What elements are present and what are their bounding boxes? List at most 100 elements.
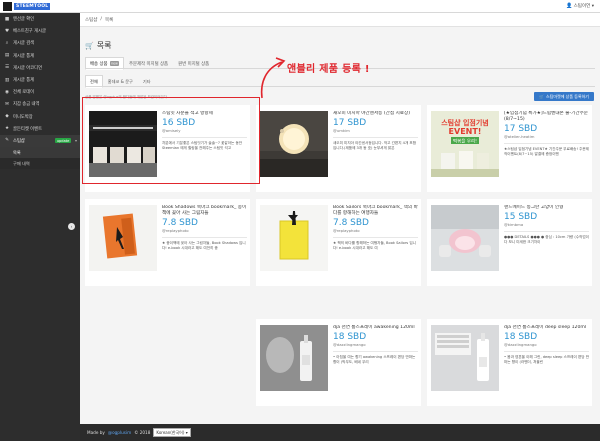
product-thumbnail[interactable]	[89, 111, 157, 177]
card-divider	[333, 137, 418, 139]
sidebar-item-post-stats-2[interactable]: ▥ 게시글 통계	[0, 74, 80, 86]
sidebar: ■ 앤선글 확인 ♥ 베스트친구 게시글 ⌕ 게시글 검색 ▤ 게시글 통계 ☰ 게시글 …	[0, 13, 80, 441]
sidebar-item-best-friend-posts[interactable]: ♥ 베스트친구 게시글	[0, 25, 80, 37]
product-seller[interactable]: @atelier-heatim	[504, 134, 589, 139]
product-title[interactable]: Book Shadows 북마크 bookmark_ 종이책에 꽂아 사는 그림…	[162, 205, 247, 217]
product-image	[260, 205, 328, 271]
card-divider	[333, 351, 418, 353]
brand-square-icon	[3, 2, 12, 11]
sidebar-item-post-stats[interactable]: ▤ 게시글 통계	[0, 50, 80, 62]
product-seller[interactable]: @amisely	[162, 128, 247, 133]
card-divider	[162, 137, 247, 139]
shop-subnav: 목록 구매 내역	[0, 147, 80, 170]
breadcrumb: 스팀샵 / 목록	[80, 13, 600, 27]
brand-logo[interactable]: STEEMTOOL	[3, 2, 51, 11]
product-card[interactable]: 스팀샵 입점기념 EVENT! 떡볶을 우리! [★입점기념 특가★]드립벤대폰…	[427, 105, 592, 192]
product-thumbnail[interactable]: 스팀샵 입점기념 EVENT! 떡볶을 우리!	[431, 111, 499, 177]
product-price: 7.8 SBD	[333, 217, 369, 228]
sidebar-item-golden-ticket[interactable]: ★ 골든티켓 이벤트	[0, 123, 80, 135]
product-thumbnail[interactable]	[260, 325, 328, 391]
sidebar-subitem-purchase-history[interactable]: 구매 내역	[0, 158, 80, 169]
product-card[interactable]: Book Shadows 북마크 bookmark_ 종이책에 꽂아 사는 그림…	[85, 199, 250, 286]
new-badge: new	[109, 61, 119, 66]
star-icon: ★	[4, 126, 10, 132]
product-image	[431, 325, 499, 391]
product-card[interactable]: 새오미 미지아 야간센서등 (간접 지료장) 17 SBD @umkim 새오미…	[256, 105, 421, 192]
sidebar-item-all-roday[interactable]: ◉ 전체 로데이	[0, 86, 80, 98]
footer-author-link[interactable]: @ogplusim	[108, 430, 131, 435]
sidebar-collapse-button[interactable]: ‹	[68, 223, 75, 230]
product-title[interactable]: dja 천연 룸스프레이 deep sleep 120ml	[504, 325, 589, 331]
user-icon: 👤	[565, 3, 573, 9]
sidebar-item-label: 게시글 검색	[13, 41, 35, 47]
heart-icon: ♥	[4, 28, 10, 34]
product-title[interactable]: [★입점기념 특가★]드립벤대폰 줄-기간주문(8/7~15)	[504, 111, 589, 123]
product-thumbnail[interactable]	[89, 205, 157, 271]
product-seller[interactable]: @replayphoto	[162, 228, 247, 233]
register-product-label: 스팀마켓에 상품 등록하기	[545, 93, 589, 99]
product-seller[interactable]: @umkim	[333, 128, 418, 133]
sidebar-item-label: 지갑 송금 내역	[13, 102, 40, 108]
product-seller[interactable]: @dazzlingmango	[504, 342, 589, 347]
product-thumbnail[interactable]	[431, 325, 499, 391]
sidebar-item-label: 앤선글 확인	[13, 17, 35, 23]
product-seller[interactable]: @kimbma	[504, 222, 589, 227]
sidebar-item-wallet-transfers[interactable]: ✉ 지갑 송금 내역	[0, 98, 80, 110]
envelope-icon: ✉	[5, 101, 9, 107]
product-thumbnail[interactable]	[260, 205, 328, 271]
card-divider	[504, 351, 589, 353]
sidebar-item-mini-casino[interactable]: ◆ 미니도박장	[0, 111, 80, 123]
chevron-down-icon: ▾	[591, 3, 594, 9]
card-divider	[504, 231, 589, 233]
product-title[interactable]: dja 천연 룸스프레이 awakening 120ml	[333, 325, 418, 331]
product-price: 17 SBD	[504, 123, 538, 134]
product-description: ★스팀샵 입점기념 EVENT★ 기간주문 무료배송! 주문제작이벤트(8/7~…	[504, 147, 589, 156]
product-title[interactable]: Book Sailors 북마크 bookmark_ 책의 바다를 항해하는 여…	[333, 205, 418, 217]
sidebar-item-post-accordion[interactable]: ☰ 게시글 아코디언	[0, 62, 80, 74]
sidebar-item-label: 골든티켓 이벤트	[13, 126, 43, 132]
curved-arrow-icon	[260, 57, 286, 99]
product-price: 15 SBD	[504, 211, 538, 222]
breadcrumb-home[interactable]: 스팀샵	[85, 17, 97, 23]
user-menu[interactable]: 👤 스팀이언 ▾	[566, 3, 594, 9]
product-description: • 아침을 여는 향기 awakening 스프레이 편당 만마는 향이 (박무…	[333, 355, 416, 365]
product-price: 17 SBD	[333, 117, 367, 128]
sidebar-subitem-list[interactable]: 목록	[0, 147, 80, 159]
svg-text:스팀샵 입점기념: 스팀샵 입점기념	[441, 118, 489, 127]
sidebar-item-label: 베스트친구 게시글	[13, 29, 46, 35]
language-select[interactable]: Korean(한국어) ▾	[153, 428, 191, 437]
footer-made-by: Made by	[87, 430, 105, 435]
product-image	[260, 111, 328, 177]
sidebar-item-unread-posts[interactable]: ■ 앤선글 확인	[0, 13, 80, 25]
update-badge: update	[55, 138, 71, 144]
square-icon: ■	[4, 16, 10, 22]
product-image: 스팀샵 입점기념 EVENT! 떡볶을 우리!	[431, 111, 499, 177]
product-card[interactable]: Book Sailors 북마크 bookmark_ 책의 바다를 항해하는 여…	[256, 199, 421, 286]
product-card[interactable]: 스팀잇 차분을 석고 방향제 16 SBD @amisely 차분에서 기분좋은…	[85, 105, 250, 192]
sidebar-item-label: 스팀샵	[13, 138, 25, 144]
product-title[interactable]: 스팀잇 차분을 석고 방향제	[162, 111, 247, 117]
chart-icon: ▤	[4, 53, 10, 59]
product-price: 18 SBD	[333, 331, 367, 342]
sidebar-item-post-search[interactable]: ⌕ 게시글 검색	[0, 37, 80, 49]
product-card[interactable]: dja 천연 룸스프레이 awakening 120ml 18 SBD @daz…	[256, 319, 421, 406]
user-name: 스팀이언	[573, 4, 591, 9]
product-card[interactable]: dja 천연 룸스프레이 deep sleep 120ml 18 SBD @da…	[427, 319, 592, 406]
sub-tabs-divider	[85, 86, 595, 87]
brand-label: STEEMTOOL	[14, 3, 51, 10]
sidebar-item-label: 게시글 통계	[13, 53, 35, 59]
product-card[interactable]: 핸드메이드 동그란 고양이 인형 15 SBD @kimbma ●●● DETA…	[427, 199, 592, 286]
product-title[interactable]: 새오미 미지아 야간센서등 (간접 지료장)	[333, 111, 418, 117]
product-seller[interactable]: @replayphoto	[333, 228, 418, 233]
sidebar-item-steem-shop[interactable]: ✎ 스팀샵 update ▾	[0, 134, 80, 148]
product-description: 차분에서 기분좋은 스팀잇기가 솔솔~? 꽃같아는 동안 Steemian 에게…	[162, 141, 243, 151]
product-thumbnail[interactable]	[260, 111, 328, 177]
card-divider	[504, 143, 589, 145]
svg-text:떡볶을 우리!: 떡볶을 우리!	[453, 138, 477, 145]
top-bar: STEEMTOOL 👤 스팀이언 ▾	[0, 0, 600, 13]
register-product-button[interactable]: 🛒 스팀마켓에 상품 등록하기	[533, 92, 594, 101]
sidebar-item-label: 게시글 통계	[13, 78, 35, 84]
product-title[interactable]: 핸드메이드 동그란 고양이 인형	[504, 205, 589, 211]
product-seller[interactable]: @dazzlingmango	[333, 342, 418, 347]
product-thumbnail[interactable]	[431, 205, 499, 271]
